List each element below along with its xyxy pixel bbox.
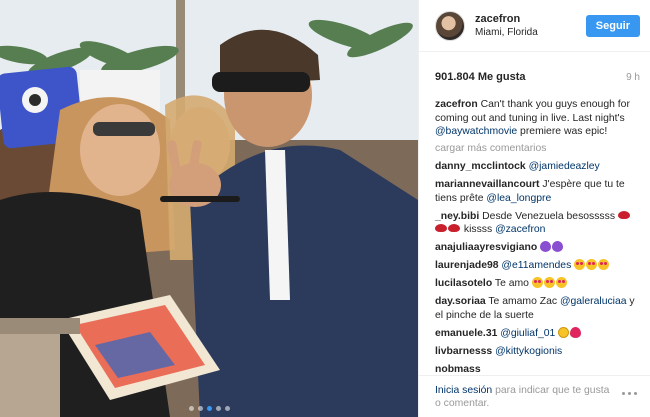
comment-username[interactable]: day.soriaa (435, 296, 486, 307)
comment-mention[interactable]: @galeraluciaa (560, 296, 627, 307)
more-options-icon[interactable] (618, 386, 640, 400)
caption-mention[interactable]: @baywatchmovie (435, 126, 517, 137)
comment-username[interactable]: lucilasotelo (435, 278, 492, 289)
comment-username[interactable]: anajuliaayresvigiano (435, 242, 537, 253)
likes-row: 901.804 Me gusta 9 h (419, 52, 650, 88)
comment-text: Te amo (494, 278, 529, 289)
comments-list: zacefron Can't thank you guys enough for… (419, 88, 650, 374)
caption-username[interactable]: zacefron (435, 99, 478, 110)
comment-username[interactable]: nobmass (435, 364, 481, 375)
caption: zacefron Can't thank you guys enough for… (435, 98, 642, 139)
heart-eyes-emoji-icon (531, 277, 543, 288)
comment-row: nobmass (435, 363, 642, 375)
follow-button[interactable]: Seguir (585, 14, 640, 37)
carousel-dots (0, 406, 418, 411)
comment-mention[interactable]: @lea_longpre (486, 193, 551, 204)
user-block: zacefron Miami, Florida (475, 12, 586, 40)
instagram-post-modal: zacefron Miami, Florida Seguir 901.804 M… (0, 0, 650, 417)
post-time[interactable]: 9 h (626, 72, 640, 83)
post-footer: Inicia sesión para indicar que te gusta … (419, 375, 650, 417)
comment-row: livbarnesss @kittykogionis (435, 345, 642, 359)
comment-row: _ney.bibi Desde Venezuela besosssss kiss… (435, 210, 642, 237)
red-heart-emoji-icon (570, 326, 582, 338)
comment-text: Te amamo Zac (488, 296, 560, 307)
comment-row: lucilasotelo Te amo (435, 277, 642, 291)
photo-illustration (0, 0, 418, 417)
comment-mention[interactable]: @e11amendes (501, 260, 571, 271)
carousel-dot-active[interactable] (206, 406, 212, 411)
smile-emoji-icon (558, 326, 570, 338)
post-photo[interactable] (0, 0, 418, 417)
post-username[interactable]: zacefron (475, 12, 586, 26)
heart-eyes-emoji-icon (555, 277, 567, 288)
heart-eyes-emoji-icon (574, 259, 586, 270)
comment-mention[interactable]: @kittykogionis (495, 346, 562, 357)
comment-username[interactable]: danny_mcclintock (435, 161, 526, 172)
post-details-panel: zacefron Miami, Florida Seguir 901.804 M… (418, 0, 650, 417)
comment-row: day.soriaa Te amamo Zac @galeraluciaa y … (435, 295, 642, 322)
lips-emoji-icon (435, 224, 447, 232)
heart-eyes-emoji-icon (543, 277, 555, 288)
comment-row: emanuele.31 @giuliaf_01 (435, 326, 642, 341)
avatar[interactable] (435, 10, 465, 41)
heart-eyes-emoji-icon (598, 259, 610, 270)
carousel-dot[interactable] (197, 406, 203, 411)
login-prompt: Inicia sesión para indicar que te gusta … (435, 384, 618, 410)
caption-text-after: premiere was epic! (517, 126, 608, 137)
comment-username[interactable]: livbarnesss (435, 346, 492, 357)
comment-text: Desde Venezuela besosssss (482, 210, 616, 222)
comment-username[interactable]: laurenjade98 (435, 260, 499, 271)
comment-username[interactable]: mariannevaillancourt (435, 179, 540, 190)
comment-row: mariannevaillancourt J'espère que tu te … (435, 178, 642, 205)
lips-emoji-icon (617, 210, 630, 219)
heart-eyes-emoji-icon (586, 259, 598, 270)
carousel-dot[interactable] (188, 406, 194, 411)
login-link[interactable]: Inicia sesión (435, 385, 492, 396)
post-location[interactable]: Miami, Florida (475, 26, 586, 40)
post-header: zacefron Miami, Florida Seguir (419, 0, 650, 52)
likes-count[interactable]: 901.804 Me gusta (435, 71, 526, 83)
carousel-dot[interactable] (224, 406, 230, 411)
load-more-comments[interactable]: cargar más comentarios (435, 143, 642, 154)
carousel-dot[interactable] (215, 406, 221, 411)
comment-mention[interactable]: @zacefron (495, 224, 545, 235)
comment-mention[interactable]: @giuliaf_01 (500, 328, 555, 339)
comment-text: kissss (461, 224, 496, 235)
comment-rows: danny_mcclintock @jamiedeazley marianneva… (435, 160, 642, 374)
comment-row: danny_mcclintock @jamiedeazley (435, 160, 642, 174)
comment-username[interactable]: _ney.bibi (435, 211, 479, 222)
comment-row: anajuliaayresvigiano (435, 241, 642, 255)
purple-heart-emoji-icon (540, 241, 552, 252)
lips-emoji-icon (448, 224, 460, 232)
comment-mention[interactable]: @jamiedeazley (529, 161, 600, 172)
comment-row: laurenjade98 @e11amendes (435, 259, 642, 273)
comment-username[interactable]: emanuele.31 (435, 328, 497, 339)
purple-heart-emoji-icon (552, 241, 564, 252)
